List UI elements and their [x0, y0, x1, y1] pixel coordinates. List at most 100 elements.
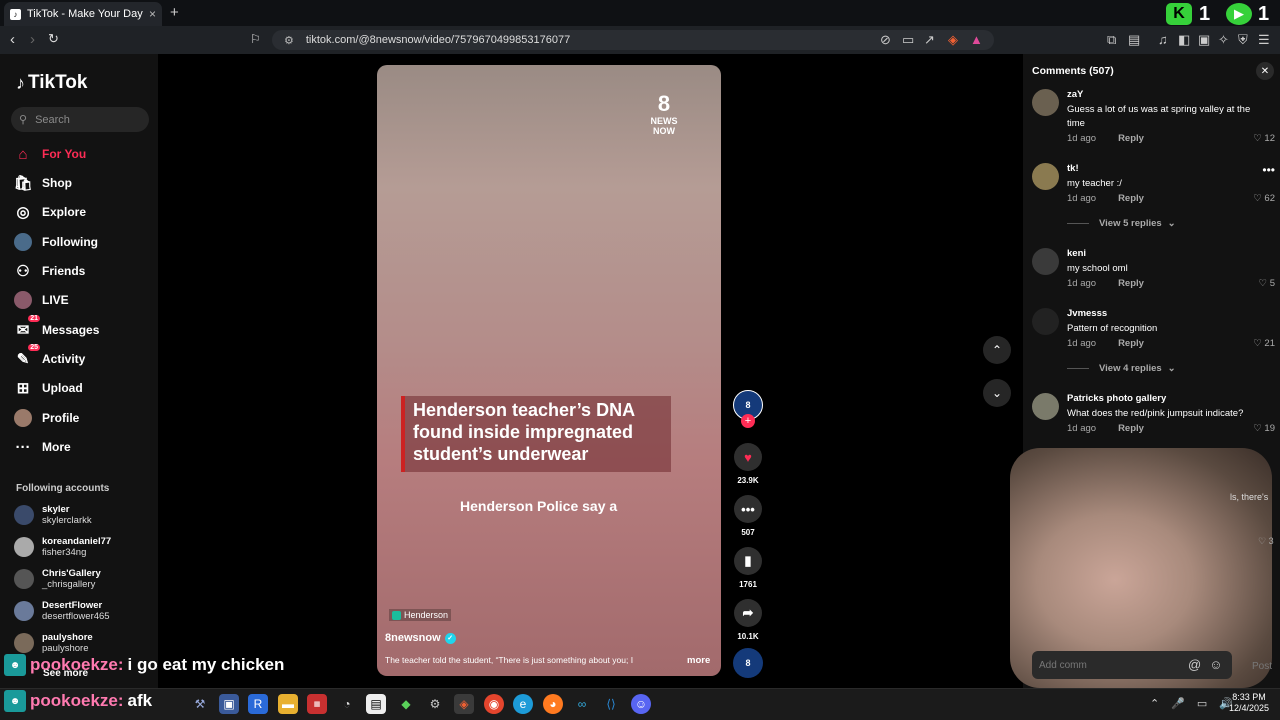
mention-icon[interactable]: @: [1188, 657, 1201, 672]
next-video-button[interactable]: ⌄: [983, 379, 1011, 407]
app-icon[interactable]: ▤: [366, 694, 386, 714]
view-replies-button[interactable]: View 5 replies ⌄: [1067, 218, 1176, 229]
avatar[interactable]: [1032, 308, 1059, 335]
chrome-icon[interactable]: ◉: [484, 694, 504, 714]
vpn-icon[interactable]: ⛨: [1238, 32, 1248, 48]
bookmark-icon[interactable]: ⚐: [250, 32, 261, 46]
sidebar-item-activity[interactable]: ✎ 25 Activity: [14, 344, 85, 369]
app-icon[interactable]: R: [248, 694, 268, 714]
brave-shield-icon[interactable]: ◈: [948, 32, 958, 48]
video-player[interactable]: [377, 65, 721, 676]
firefox-icon[interactable]: ◕: [543, 694, 563, 714]
comment-like[interactable]: ♡ 5: [1259, 278, 1275, 289]
reader-icon[interactable]: ▤: [1128, 32, 1140, 48]
following-account[interactable]: koreandaniel77 fisher34ng: [14, 536, 111, 558]
like-button[interactable]: ♥ 23.9K: [733, 443, 763, 485]
extensions-icon[interactable]: ⧉: [1107, 32, 1116, 48]
sidebar-item-following[interactable]: Following: [14, 232, 98, 252]
sidebar-item-profile[interactable]: Profile: [14, 408, 79, 428]
vscode-icon[interactable]: ⟨⟩: [601, 694, 621, 714]
site-info-icon[interactable]: ⚙: [284, 34, 294, 47]
reply-button[interactable]: Reply: [1118, 278, 1144, 289]
share-button[interactable]: ➦ 10.1K: [733, 599, 763, 641]
share-icon[interactable]: ↗: [924, 32, 935, 48]
avatar[interactable]: [1032, 89, 1059, 116]
new-tab-button[interactable]: +: [170, 4, 179, 21]
comment-user[interactable]: keni: [1067, 248, 1086, 259]
discord-icon[interactable]: ☺: [631, 694, 651, 714]
following-account[interactable]: DesertFlower desertflower465: [14, 600, 110, 622]
tab-close-icon[interactable]: ×: [149, 7, 156, 21]
comment-like[interactable]: ♡ 19: [1253, 423, 1275, 434]
taskbar-clock[interactable]: 8:33 PM 12/4/2025: [1229, 692, 1269, 714]
play-extension-icon[interactable]: ▶: [1226, 3, 1252, 25]
sidebar-item-shop[interactable]: 🛍 Shop: [13, 173, 72, 193]
reply-button[interactable]: Reply: [1118, 133, 1144, 144]
kick-extension-icon[interactable]: K: [1166, 3, 1192, 25]
sidebar-item-live[interactable]: LIVE: [14, 290, 69, 310]
back-icon[interactable]: ‹: [10, 31, 15, 48]
app-icon[interactable]: ◆: [396, 694, 416, 714]
sidebar-item-upload[interactable]: ⊞ Upload: [14, 378, 83, 398]
reload-icon[interactable]: ↻: [48, 31, 59, 47]
chevron-up-icon[interactable]: ⌃: [1150, 697, 1159, 710]
tiktok-logo[interactable]: ♪ TikTok: [16, 72, 87, 94]
file-explorer-icon[interactable]: ▬: [278, 694, 298, 714]
music-icon[interactable]: ♫: [1158, 32, 1168, 47]
app-icon[interactable]: ⚙: [425, 694, 445, 714]
wallet-icon[interactable]: ▣: [1198, 32, 1210, 48]
close-icon[interactable]: ✕: [1256, 62, 1274, 80]
edge-icon[interactable]: e: [513, 694, 533, 714]
forward-icon[interactable]: ›: [30, 31, 35, 48]
comment-user[interactable]: Patricks photo gallery: [1067, 393, 1166, 404]
avatar[interactable]: [1032, 248, 1059, 275]
save-button[interactable]: ▮ 1761: [733, 547, 763, 589]
following-account[interactable]: skyler skylerclarkk: [14, 504, 92, 526]
cast-icon[interactable]: ▭: [902, 32, 914, 48]
comment-button[interactable]: ••• 507: [733, 495, 763, 537]
app-icon[interactable]: ⚒: [190, 694, 210, 714]
comment-like[interactable]: ♡ 12: [1253, 133, 1275, 144]
reply-button[interactable]: Reply: [1118, 423, 1144, 434]
post-button[interactable]: Post: [1252, 661, 1272, 672]
emoji-icon[interactable]: ☺: [1209, 657, 1222, 672]
comment-user[interactable]: zaY: [1067, 89, 1083, 100]
ai-icon[interactable]: ✧: [1218, 32, 1229, 48]
more-button[interactable]: more: [687, 655, 710, 666]
sidebar-item-more[interactable]: ··· More: [14, 437, 71, 457]
search-input[interactable]: ⚲ Search: [11, 107, 149, 132]
reply-button[interactable]: Reply: [1118, 193, 1144, 204]
microphone-icon[interactable]: 🎤: [1171, 697, 1185, 710]
sidebar-item-explore[interactable]: ◎ Explore: [14, 202, 86, 222]
comment-user[interactable]: tk!: [1067, 163, 1079, 174]
following-account[interactable]: paulyshore paulyshore: [14, 632, 93, 654]
comment-user[interactable]: Jvmesss: [1067, 308, 1107, 319]
sidebar-item-messages[interactable]: ✉ 21 Messages: [14, 315, 99, 340]
no-translate-icon[interactable]: ⊘: [880, 32, 891, 48]
sidebar-toggle-icon[interactable]: ◧: [1178, 32, 1190, 48]
comment-like[interactable]: ♡ 21: [1253, 338, 1275, 349]
browser-tab[interactable]: ♪ TikTok - Make Your Day ×: [4, 2, 162, 26]
avatar[interactable]: [1032, 163, 1059, 190]
brave-browser-icon[interactable]: ◈: [454, 694, 474, 714]
app-icon[interactable]: ◔: [337, 694, 357, 714]
comment-like[interactable]: ♡ 62: [1253, 193, 1275, 204]
app-icon[interactable]: ∞: [572, 694, 592, 714]
sidebar-item-friends[interactable]: ⚇ Friends: [14, 261, 85, 281]
network-icon[interactable]: ▭: [1197, 697, 1207, 710]
partial-like-count[interactable]: ♡ 3: [1258, 536, 1274, 547]
music-disc-icon[interactable]: 8: [733, 648, 763, 678]
location-tag[interactable]: Henderson: [389, 609, 452, 621]
reply-button[interactable]: Reply: [1118, 338, 1144, 349]
brave-rewards-icon[interactable]: ▲: [970, 32, 983, 47]
app-icon[interactable]: ▦: [307, 694, 327, 714]
follow-plus-icon[interactable]: +: [741, 414, 755, 428]
previous-video-button[interactable]: ⌃: [983, 336, 1011, 364]
more-options-icon[interactable]: •••: [1262, 163, 1275, 177]
video-author[interactable]: 8newsnow ✓: [385, 632, 456, 644]
avatar[interactable]: [1032, 393, 1059, 420]
app-icon[interactable]: ▣: [219, 694, 239, 714]
following-account[interactable]: Chris'Gallery _chrisgallery: [14, 568, 101, 590]
view-replies-button[interactable]: View 4 replies ⌄: [1067, 363, 1176, 374]
menu-icon[interactable]: ☰: [1258, 32, 1270, 48]
